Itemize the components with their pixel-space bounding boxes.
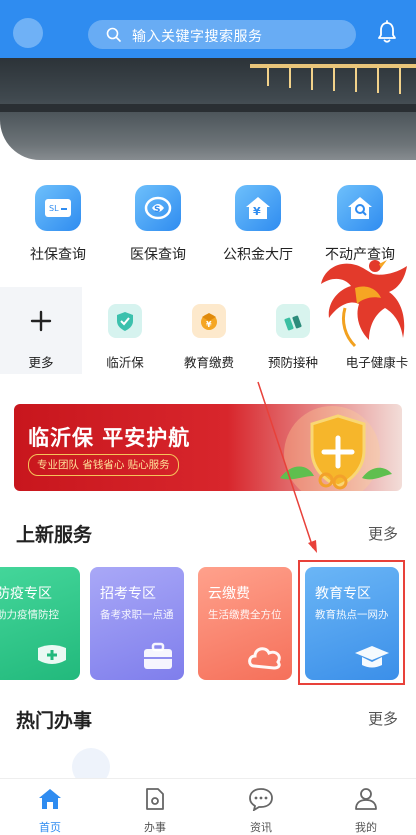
search-icon [106,27,121,42]
bottom-nav: 首页 办事 资讯 我的 [0,778,416,834]
housing-fund-icon: ¥ [235,185,281,231]
highlight-box-annotation [298,560,405,685]
education-payment-icon: ¥ [192,304,226,338]
service-medical-insurance[interactable]: S 医保查询 [106,185,210,264]
banner-subtitle: 专业团队 省钱省心 贴心服务 [28,454,179,476]
mask-icon [38,645,66,664]
hot-services-more-link[interactable]: 更多 [368,708,398,729]
service-label: 社保查询 [30,247,86,263]
service-label: 预防接种 [267,355,318,370]
card-subtitle: 生活缴费全方位 [208,609,282,621]
card-title: 防疫专区 [0,586,52,602]
card-cloud-payment[interactable]: 云缴费 生活缴费全方位 [198,567,292,680]
phoenix-mascot-image [321,260,407,348]
section-title-hot-services: 热门办事 [16,710,93,732]
avatar[interactable] [13,18,43,48]
service-label: 临沂保 [106,355,144,370]
nav-services[interactable]: 办事 [125,787,185,835]
service-more[interactable]: 更多 [0,304,84,371]
shield-check-icon [108,304,142,338]
shield-plus-icon [280,406,392,491]
city-night-image [0,64,416,112]
social-security-card-icon: SL [35,185,81,231]
service-housing-fund[interactable]: ¥ 公积金大厅 [206,185,310,264]
home-icon [39,789,61,809]
service-social-security[interactable]: SL 社保查询 [6,185,110,264]
plus-icon [24,304,58,338]
service-label: 医保查询 [130,247,186,263]
card-epidemic-prevention[interactable]: 防疫专区 助力疫情防控 [0,567,80,680]
search-input[interactable]: 输入关键字搜索服务 [88,20,356,49]
vaccine-icon [276,304,310,338]
banner-title: 临沂保 平安护航 [28,426,191,450]
nav-home[interactable]: 首页 [20,787,80,835]
real-estate-search-icon [337,185,383,231]
section-title-new-services: 上新服务 [16,524,93,546]
chat-icon [249,788,273,812]
svg-text:SL: SL [49,204,59,213]
card-subtitle: 备考求职一点通 [100,609,174,621]
service-label: 教育缴费 [183,355,234,370]
service-label: 更多 [28,355,54,370]
document-icon [146,788,164,810]
service-education-payment[interactable]: ¥ 教育缴费 [166,304,252,371]
svg-text:¥: ¥ [253,205,261,218]
svg-text:S: S [154,205,160,215]
medical-insurance-icon: S [135,185,181,231]
hero-banner-image[interactable] [0,58,416,160]
search-placeholder: 输入关键字搜索服务 [132,29,263,45]
svg-text:¥: ¥ [206,320,212,329]
new-services-more-link[interactable]: 更多 [368,523,398,544]
bell-icon[interactable] [376,20,398,44]
promo-banner[interactable]: 临沂保 平安护航 专业团队 省钱省心 贴心服务 [14,404,402,491]
nav-news[interactable]: 资讯 [231,787,291,835]
briefcase-icon [144,642,172,669]
card-subtitle: 助力疫情防控 [0,609,59,621]
nav-profile[interactable]: 我的 [336,787,396,835]
card-exam-recruitment[interactable]: 招考专区 备考求职一点通 [90,567,184,680]
card-title: 招考专区 [100,586,156,602]
user-icon [355,788,377,810]
service-label: 电子健康卡 [345,355,409,370]
cloud-icon [248,647,281,670]
service-label: 公积金大厅 [223,247,293,263]
service-linyi-bao[interactable]: 临沂保 [82,304,168,371]
card-title: 云缴费 [208,586,250,602]
